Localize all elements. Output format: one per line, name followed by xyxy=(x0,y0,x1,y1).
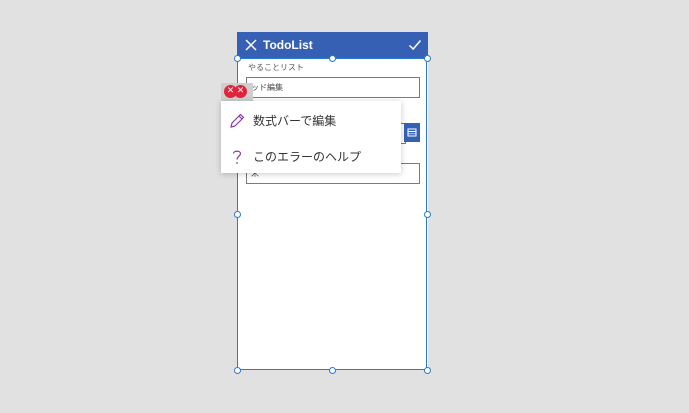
resize-handle-top-left[interactable] xyxy=(234,55,241,62)
error-icon-secondary[interactable]: ✕ xyxy=(234,85,247,98)
resize-handle-top[interactable] xyxy=(329,55,336,62)
close-icon[interactable] xyxy=(244,38,258,52)
field-label: やることリスト xyxy=(248,63,304,72)
check-icon[interactable] xyxy=(408,38,422,52)
date-picker-button[interactable] xyxy=(404,123,420,142)
resize-handle-top-right[interactable] xyxy=(424,55,431,62)
resize-handle-left[interactable] xyxy=(234,211,241,218)
error-context-menu: 数式バーで編集 このエラーのヘルプ xyxy=(221,101,401,173)
question-icon xyxy=(232,150,242,164)
resize-handle-bottom[interactable] xyxy=(329,367,336,374)
menu-item-error-help[interactable]: このエラーのヘルプ xyxy=(221,139,401,175)
resize-handle-right[interactable] xyxy=(424,211,431,218)
screen-title: TodoList xyxy=(263,38,313,52)
menu-item-label: このエラーのヘルプ xyxy=(253,150,362,164)
text-input-1[interactable]: ッド編集 xyxy=(246,77,420,98)
resize-handle-bottom-left[interactable] xyxy=(234,367,241,374)
pencil-icon xyxy=(230,113,245,128)
menu-item-edit-in-formula-bar[interactable]: 数式バーで編集 xyxy=(221,103,401,139)
menu-item-label: 数式バーで編集 xyxy=(253,114,337,128)
resize-handle-bottom-right[interactable] xyxy=(424,367,431,374)
calendar-icon xyxy=(407,128,417,137)
